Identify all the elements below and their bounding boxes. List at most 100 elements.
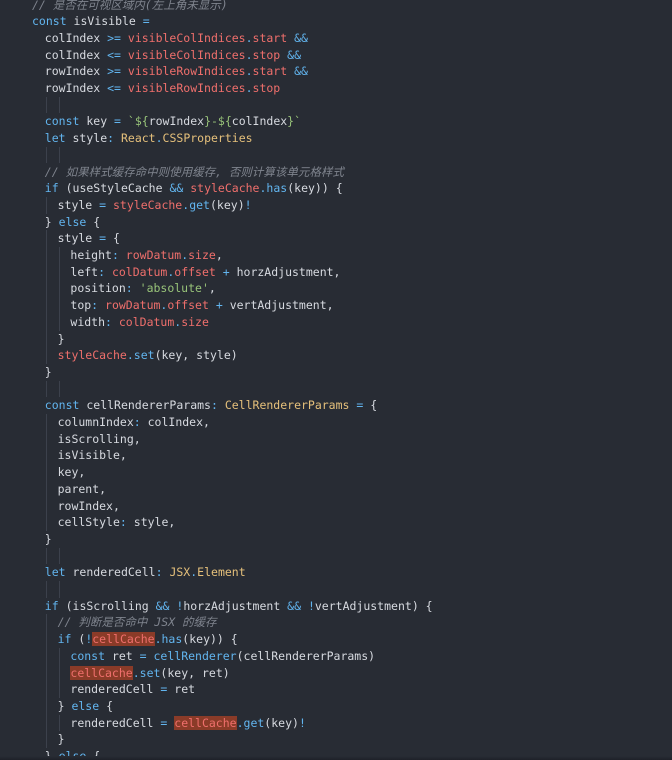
code-token: , [99,481,107,496]
code-token: . [245,64,253,79]
code-token: )) { [314,181,343,196]
editor-bottom-edge [0,756,672,760]
code-line: styleCache.set(key, style) [0,347,672,364]
code-token: : [210,398,225,413]
code-line: if (isScrolling && !horzAdjustment && !v… [0,598,672,615]
code-token: ( [209,197,217,212]
code-token: cellCache [174,715,237,730]
code-token: cellCache [70,665,133,680]
code-token: , [133,431,141,446]
code-token: `${ [127,114,149,129]
code-token: else [71,698,107,713]
code-token: style [133,515,169,530]
code-token: style [57,231,100,246]
code-editor[interactable]: // 是否在可视区域内(左上角未显示) const isVisible = colI… [0,0,672,760]
code-token: if [44,181,66,196]
code-token: ( [65,181,73,196]
code-token: style [57,197,100,212]
code-line: style = styleCache.get(key)! [0,197,672,214]
code-token: }` [287,114,302,129]
code-token: const [44,114,87,129]
code-token: position [70,281,126,296]
code-token: size [181,314,209,329]
code-line: columnIndex: colIndex, [0,414,672,431]
code-token: get [243,715,265,730]
code-token: React [120,131,156,146]
code-token: styleCache [57,348,127,363]
code-line: } [0,364,672,381]
code-token: { [93,214,101,229]
code-token: )) { [210,632,238,647]
code-line: const key = `${rowIndex}-${colIndex}` [0,113,672,130]
code-token: . [245,81,253,95]
code-token: } [44,364,52,379]
code-token: ) [368,648,376,663]
code-token: , [119,448,127,463]
code-line: rowIndex <= visibleRowIndices.stop [0,80,672,97]
code-token: rowDatum [105,298,161,313]
code-line: const isVisible = [0,13,672,30]
code-token: rowIndex [57,498,113,513]
code-token: key [216,197,238,212]
code-token: vertAdjustment [229,298,327,313]
code-token: has [266,181,288,196]
code-line: key, [0,464,672,481]
code-line: if (!cellCache.has(key)) { [0,631,672,648]
code-token: width [70,314,106,329]
code-token: vertAdjustment [314,598,412,613]
code-token: stop [252,81,281,95]
code-token: ! [244,197,252,212]
code-token: , [203,415,210,429]
code-token: CellRendererParams [224,398,357,413]
code-token: = [160,715,175,730]
code-token: : [98,264,112,279]
code-token: colDatum [111,264,168,279]
code-line: rowIndex, [0,498,672,515]
code-token: >= [107,30,128,45]
code-token: : [155,565,170,580]
code-token: visibleRowIndices [127,64,246,79]
code-line: colIndex >= visibleColIndices.start && [0,30,672,47]
code-token: }-${ [204,114,232,129]
code-token: visibleRowIndices [127,81,246,95]
code-token: . [132,665,140,680]
code-token: . [155,131,163,146]
code-token: columnIndex [57,415,134,429]
code-line: } [0,531,672,548]
code-token: } [57,732,65,747]
code-token: , [112,498,120,513]
code-token: } [44,531,52,546]
code-token: colIndex [231,114,288,129]
code-token: ( [236,648,244,663]
code-line: renderedCell = ret [0,681,672,698]
code-token: horzAdjustment [183,598,288,613]
code-line: cellStyle: style, [0,514,672,531]
code-token: let [44,131,73,146]
code-token: size [188,248,216,262]
code-token: colIndex [147,415,204,429]
code-token: && [169,181,191,196]
code-token: key [271,715,293,730]
code-token: && ! [287,598,315,613]
code-token: : [119,515,134,530]
code-token: CSSProperties [162,131,253,146]
code-token: set [133,348,155,363]
code-token: && [294,64,308,79]
code-token: = [99,197,113,212]
code-token: , [326,298,334,313]
code-token: has [161,632,183,647]
code-token: height [70,248,112,262]
code-token: , [215,248,223,262]
code-token: isScrolling [57,431,134,446]
code-token: , [168,515,176,530]
code-token: colDatum [118,314,175,329]
code-token: ) { [411,598,433,613]
code-comment: // 判断是否命中 JSX 的缓存 [57,615,217,630]
code-token: = [114,114,128,129]
code-token: = [160,682,175,697]
code-line: } else { [0,698,672,715]
code-token: rowDatum [125,248,182,262]
code-token: start [252,64,295,79]
code-token: ret [202,665,223,680]
